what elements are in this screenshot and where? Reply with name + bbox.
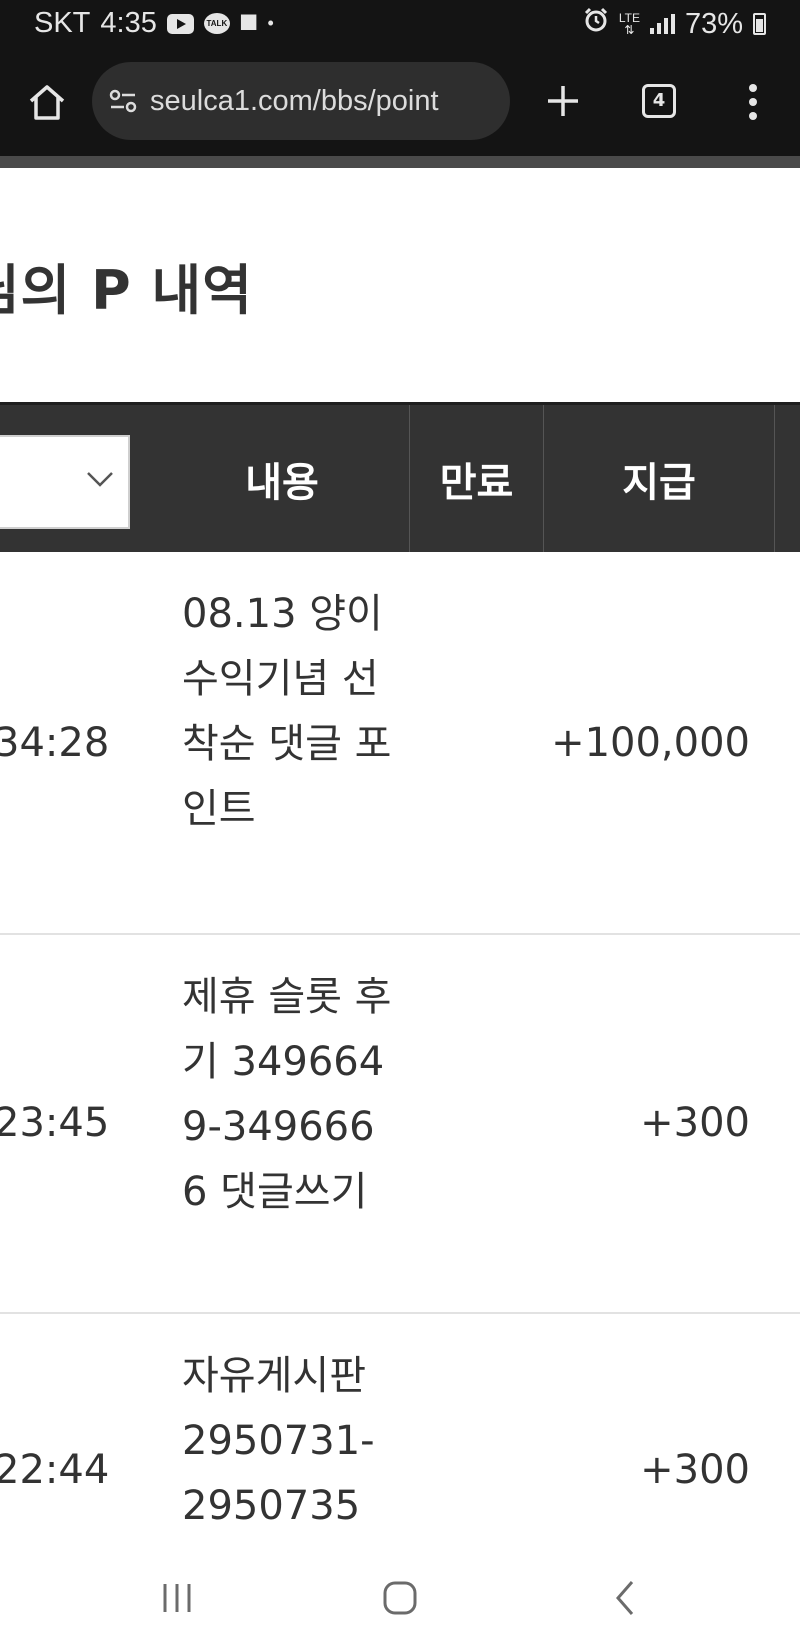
row-amount: +300 xyxy=(640,1100,750,1146)
site-settings-icon[interactable] xyxy=(108,86,138,116)
clock: 4:35 xyxy=(100,7,157,39)
battery-icon xyxy=(753,13,766,35)
plus-icon xyxy=(548,86,578,116)
row-amount: +100,000 xyxy=(551,720,750,766)
toolbar-divider xyxy=(0,156,800,168)
system-nav-bar xyxy=(0,1548,800,1645)
back-nav-button[interactable] xyxy=(604,1576,648,1620)
column-divider xyxy=(774,405,775,552)
column-header-paid: 지급 xyxy=(622,459,696,506)
page-title: 님의 P 내역 xyxy=(0,259,253,322)
column-header-content: 내용 xyxy=(245,459,319,506)
game-controller-icon: ⯀ xyxy=(239,10,258,36)
row-time: 34:28 xyxy=(0,720,110,766)
browser-toolbar: seulca1.com/bbs/point 4 xyxy=(0,50,800,156)
home-nav-button[interactable] xyxy=(378,1576,422,1620)
row-content: 제휴 슬롯 후기 3496649-3496666 댓글쓰기 xyxy=(182,974,392,1215)
new-tab-button[interactable] xyxy=(540,78,586,124)
filter-select[interactable] xyxy=(0,435,130,529)
more-vertical-icon xyxy=(749,84,757,120)
back-icon xyxy=(616,1581,634,1615)
home-button[interactable] xyxy=(26,82,68,122)
recent-apps-button[interactable] xyxy=(155,1576,199,1620)
lte-icon: LTE ⇅ xyxy=(618,11,640,37)
home-circle-icon xyxy=(383,1581,417,1615)
chevron-down-icon xyxy=(87,472,113,487)
lte-label: LTE xyxy=(618,11,640,25)
row-content: 자유게시판 2950731-2950735 xyxy=(182,1353,375,1529)
kakaotalk-icon: TALK xyxy=(203,13,230,34)
tabs-button[interactable]: 4 xyxy=(642,84,676,118)
carrier-label: SKT xyxy=(34,7,91,39)
column-header-expire: 만료 xyxy=(439,459,514,506)
recent-apps-icon xyxy=(163,1584,191,1612)
more-menu-button[interactable] xyxy=(738,80,768,124)
table-row: 34:28 08.13 양이 수익기념 선착순 댓글 포인트 +100,000 xyxy=(0,552,800,935)
row-time: 23:45 xyxy=(0,1100,110,1146)
youtube-icon xyxy=(166,13,194,34)
table-row: 22:44 자유게시판 2950731-2950735 +300 xyxy=(0,1314,800,1548)
row-amount: +300 xyxy=(640,1447,750,1493)
dot-icon: • xyxy=(267,13,274,33)
battery-level: 73% xyxy=(684,7,743,40)
url-text[interactable]: seulca1.com/bbs/point xyxy=(150,85,490,118)
signal-icon xyxy=(649,14,675,34)
status-right: LTE ⇅ 73% xyxy=(583,7,766,41)
home-icon xyxy=(29,85,65,120)
address-bar[interactable]: seulca1.com/bbs/point xyxy=(92,62,510,140)
alarm-icon xyxy=(583,7,609,41)
table-header: 내용 만료 지급 xyxy=(0,402,800,552)
status-left: SKT 4:35 TALK ⯀ • xyxy=(34,7,274,40)
table-row: 23:45 제휴 슬롯 후기 3496649-3496666 댓글쓰기 +300 xyxy=(0,935,800,1314)
tab-count: 4 xyxy=(652,90,666,111)
row-time: 22:44 xyxy=(0,1447,110,1493)
row-content: 08.13 양이 수익기념 선착순 댓글 포인트 xyxy=(182,591,392,832)
status-bar: SKT 4:35 TALK ⯀ • LTE ⇅ 73% xyxy=(0,0,800,50)
